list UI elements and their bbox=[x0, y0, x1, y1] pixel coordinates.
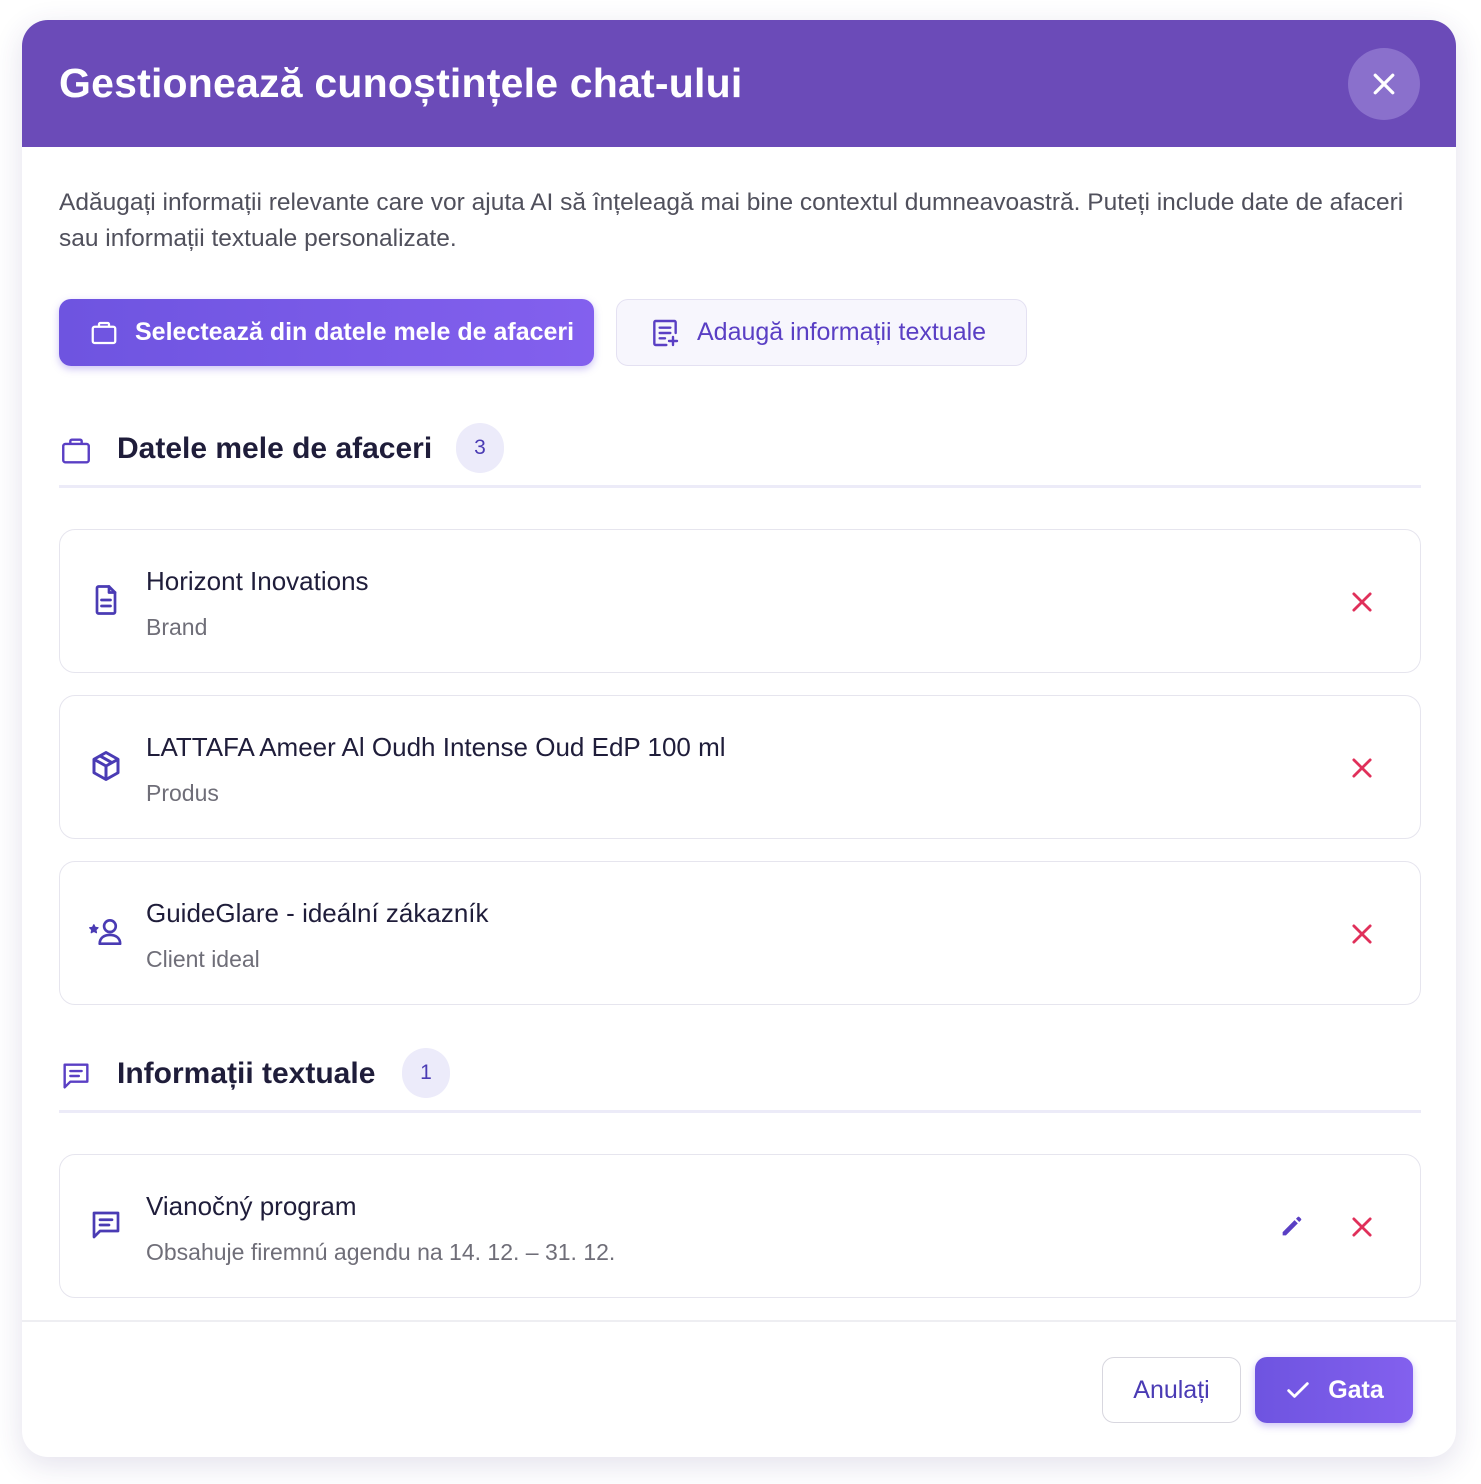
item-title: Horizont Inovations bbox=[146, 566, 369, 596]
cancel-button[interactable]: Anulați bbox=[1102, 1357, 1241, 1423]
document-icon bbox=[95, 585, 117, 615]
item-description: Obsahuje firemnú agendu na 14. 12. – 31.… bbox=[146, 1239, 616, 1265]
briefcase-icon bbox=[91, 321, 117, 344]
message-icon bbox=[63, 1063, 89, 1089]
item-type: Brand bbox=[146, 614, 208, 640]
business-count-badge: 3 bbox=[456, 423, 504, 473]
briefcase-icon bbox=[62, 438, 90, 464]
item-type: Produs bbox=[146, 780, 219, 806]
text-count-badge: 1 bbox=[402, 1048, 450, 1098]
remove-icon[interactable] bbox=[1348, 754, 1376, 782]
business-section-title: Datele mele de afaceri bbox=[117, 432, 433, 465]
intro-text: Adăugați informații relevante care vor a… bbox=[59, 189, 1404, 252]
dialog-header: Gestionează cunoștințele chat-ului bbox=[22, 20, 1456, 147]
footer-divider bbox=[22, 1320, 1456, 1322]
package-icon bbox=[92, 751, 120, 781]
list-item: Horizont Inovations Brand bbox=[59, 529, 1421, 673]
note-add-icon bbox=[653, 319, 679, 346]
list-item: Vianočný program Obsahuje firemnú agendu… bbox=[59, 1154, 1421, 1298]
close-icon bbox=[1373, 73, 1395, 95]
edit-icon[interactable] bbox=[1278, 1212, 1306, 1240]
business-section-header: Datele mele de afaceri 3 bbox=[59, 418, 1421, 488]
list-item: LATTAFA Ameer Al Oudh Intense Oud EdP 10… bbox=[59, 695, 1421, 839]
item-title: LATTAFA Ameer Al Oudh Intense Oud EdP 10… bbox=[146, 732, 726, 762]
remove-icon[interactable] bbox=[1348, 920, 1376, 948]
knowledge-dialog: Gestionează cunoștințele chat-ului Adăug… bbox=[22, 20, 1456, 1457]
done-label: Gata bbox=[1328, 1375, 1384, 1404]
close-button[interactable] bbox=[1348, 48, 1420, 120]
select-business-data-label: Selectează din datele mele de afaceri bbox=[135, 318, 575, 346]
add-text-info-button[interactable]: Adaugă informații textuale bbox=[616, 299, 1027, 366]
remove-icon[interactable] bbox=[1348, 588, 1376, 616]
message-icon bbox=[92, 1211, 120, 1239]
cancel-label: Anulați bbox=[1133, 1375, 1210, 1404]
text-section-title: Informații textuale bbox=[117, 1057, 376, 1090]
remove-icon[interactable] bbox=[1348, 1213, 1376, 1241]
add-text-info-label: Adaugă informații textuale bbox=[697, 318, 987, 346]
user-star-icon bbox=[89, 918, 122, 946]
item-title: Vianočný program bbox=[146, 1191, 357, 1221]
item-title: GuideGlare - ideální zákazník bbox=[146, 898, 489, 928]
check-icon bbox=[1287, 1382, 1309, 1398]
text-section-header: Informații textuale 1 bbox=[59, 1043, 1421, 1113]
list-item: GuideGlare - ideální zákazník Client ide… bbox=[59, 861, 1421, 1005]
select-business-data-button[interactable]: Selectează din datele mele de afaceri bbox=[59, 299, 594, 366]
item-type: Client ideal bbox=[146, 946, 260, 972]
done-button[interactable]: Gata bbox=[1255, 1357, 1413, 1423]
dialog-title: Gestionează cunoștințele chat-ului bbox=[59, 60, 743, 106]
